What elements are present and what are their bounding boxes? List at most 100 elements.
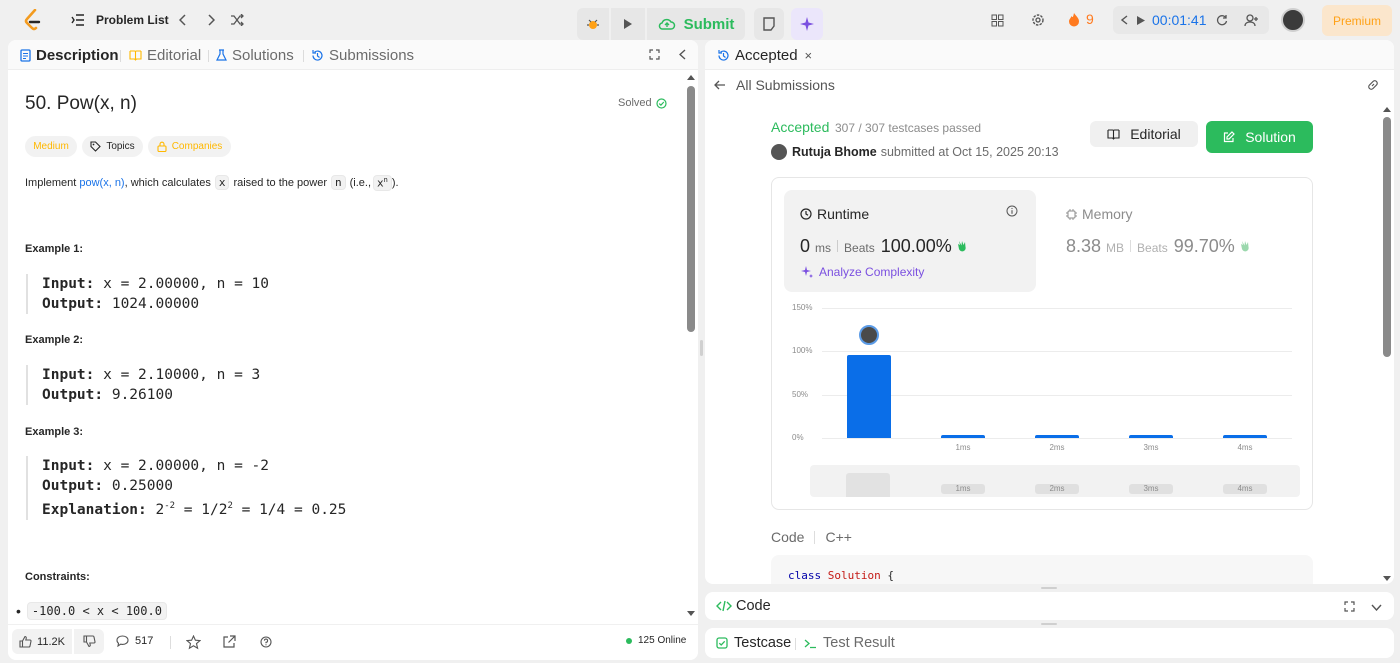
scroll-down-icon[interactable] — [686, 610, 696, 618]
horizontal-resize-handle[interactable] — [1041, 587, 1057, 589]
submit-button[interactable]: Submit — [647, 8, 745, 40]
problem-list-icon[interactable] — [70, 12, 86, 28]
chart-bar-4ms[interactable] — [1223, 435, 1267, 438]
thumbs-down-icon — [82, 635, 96, 648]
timer-value: 00:01:41 — [1152, 12, 1207, 28]
chevron-down-icon[interactable] — [1369, 600, 1383, 614]
chart-bar-3ms[interactable] — [1129, 435, 1173, 438]
premium-button[interactable]: Premium — [1322, 5, 1392, 36]
chevron-left-icon[interactable] — [1121, 15, 1128, 25]
lock-icon — [157, 141, 167, 152]
collapse-left-icon[interactable] — [675, 47, 689, 61]
check-circle-icon — [656, 97, 667, 109]
editorial-button[interactable]: Editorial — [1090, 121, 1198, 147]
scroll-thumb[interactable] — [1383, 117, 1391, 357]
chart-brush-handle[interactable] — [846, 473, 890, 497]
tab-submissions[interactable]: Submissions — [311, 47, 414, 64]
my-submission-avatar-marker[interactable] — [859, 324, 879, 345]
streak-counter[interactable]: 9 — [1068, 11, 1094, 27]
runtime-distribution-chart[interactable]: 150% 100% 50% 0% 1ms 2ms 3ms 4ms 1ms 2ms 3ms 4ms — [772, 296, 1314, 506]
memory-card[interactable]: Memory 8.38 MB Beats 99.70% — [1050, 190, 1302, 292]
testcase-panel: Testcase Test Result — [705, 628, 1394, 658]
submission-scrollbar[interactable] — [1382, 105, 1392, 583]
notes-button[interactable] — [754, 8, 784, 40]
topics-tag[interactable]: Topics — [82, 136, 143, 157]
chart-gridline — [822, 308, 1292, 309]
chart-range-brush[interactable]: 1ms 2ms 3ms 4ms — [810, 465, 1300, 497]
left-tabbar: Description Editorial Solutions Submissi… — [8, 40, 698, 70]
thumbs-up-icon — [19, 635, 32, 648]
analyze-complexity-link[interactable]: Analyze Complexity — [800, 265, 924, 279]
scroll-down-icon[interactable] — [1382, 575, 1392, 583]
chevron-right-icon[interactable] — [203, 12, 219, 28]
run-button[interactable] — [611, 8, 645, 40]
back-to-submissions[interactable]: All Submissions — [714, 77, 835, 93]
expand-icon[interactable] — [647, 47, 661, 61]
right-tabbar: Accepted × — [705, 40, 1394, 70]
chart-brush-label: 4ms — [1223, 484, 1267, 494]
help-icon[interactable] — [259, 635, 273, 649]
chart-brush-label: 1ms — [941, 484, 985, 494]
ai-sparkle-button[interactable] — [791, 8, 823, 40]
flask-icon — [216, 49, 227, 61]
dislike-button[interactable] — [74, 629, 104, 654]
constraint-item: • -100.0 < x < 100.0 — [16, 602, 167, 620]
companies-tag[interactable]: Companies — [148, 136, 231, 157]
horizontal-resize-handle-2[interactable] — [1041, 623, 1057, 625]
reset-icon[interactable] — [1216, 14, 1228, 26]
document-icon — [20, 49, 31, 62]
submitter-line: Rutuja Bhome submitted at Oct 15, 2025 2… — [771, 144, 1059, 160]
tab-test-result[interactable]: Test Result — [804, 635, 895, 651]
description-scrollbar[interactable] — [686, 73, 696, 618]
difficulty-badge[interactable]: Medium — [25, 136, 77, 157]
chart-bar-0ms[interactable] — [847, 354, 891, 438]
tab-editorial[interactable]: Editorial — [129, 47, 201, 64]
leetcode-logo-icon[interactable] — [22, 8, 44, 32]
scroll-up-icon[interactable] — [686, 73, 696, 81]
info-icon[interactable] — [1005, 204, 1018, 217]
layout-icon[interactable] — [989, 12, 1005, 28]
tab-testcase[interactable]: Testcase — [716, 635, 791, 651]
chart-y-tick: 100% — [792, 346, 813, 356]
tab-solutions[interactable]: Solutions — [216, 47, 294, 64]
problem-list-link[interactable]: Problem List — [96, 13, 169, 27]
history-icon — [718, 50, 729, 61]
language-label: C++ — [825, 529, 852, 545]
chart-bar-2ms[interactable] — [1035, 435, 1079, 438]
code-block: class Solution { — [771, 555, 1313, 584]
submitter-avatar — [771, 144, 787, 160]
memory-label: Memory — [1082, 206, 1133, 222]
book-icon — [1107, 128, 1120, 140]
scroll-thumb[interactable] — [687, 86, 695, 332]
close-tab-icon[interactable]: × — [805, 48, 813, 63]
code-panel-tab[interactable]: Code — [716, 598, 771, 614]
submitter-name[interactable]: Rutuja Bhome — [792, 145, 877, 159]
vertical-resize-handle[interactable] — [700, 340, 703, 356]
scroll-up-icon[interactable] — [1382, 105, 1392, 113]
tab-accepted[interactable]: Accepted × — [717, 47, 812, 64]
favorite-star-icon[interactable] — [185, 634, 201, 650]
play-icon[interactable] — [1136, 15, 1146, 26]
like-button[interactable]: 11.2K — [12, 629, 72, 654]
clap-icon — [1240, 241, 1249, 252]
copy-link-icon[interactable] — [1365, 77, 1380, 92]
chart-y-tick: 50% — [792, 389, 809, 399]
chart-bar-1ms[interactable] — [941, 435, 985, 438]
add-friend-icon[interactable] — [1243, 12, 1259, 28]
share-icon[interactable] — [221, 634, 237, 650]
chevron-left-icon[interactable] — [175, 12, 191, 28]
debug-button[interactable] — [577, 8, 609, 40]
expand-icon[interactable] — [1342, 599, 1356, 613]
solution-button[interactable]: Solution — [1206, 121, 1313, 153]
pow-link[interactable]: pow(x, n) — [79, 177, 124, 189]
user-avatar[interactable] — [1281, 8, 1305, 32]
comments-button[interactable]: 517 — [116, 635, 153, 647]
shuffle-icon[interactable] — [229, 12, 245, 28]
example-3-block: Input: x = 2.00000, n = -2 Output: 0.250… — [26, 456, 346, 520]
runtime-card[interactable]: Runtime 0 ms Beats 100.00% Analyze Compl… — [784, 190, 1036, 292]
tab-description[interactable]: Description — [20, 47, 119, 64]
chart-brush-label: 3ms — [1129, 484, 1173, 494]
settings-gear-icon[interactable] — [1030, 12, 1046, 28]
memory-beats: 99.70% — [1173, 236, 1235, 256]
book-icon — [129, 50, 142, 61]
